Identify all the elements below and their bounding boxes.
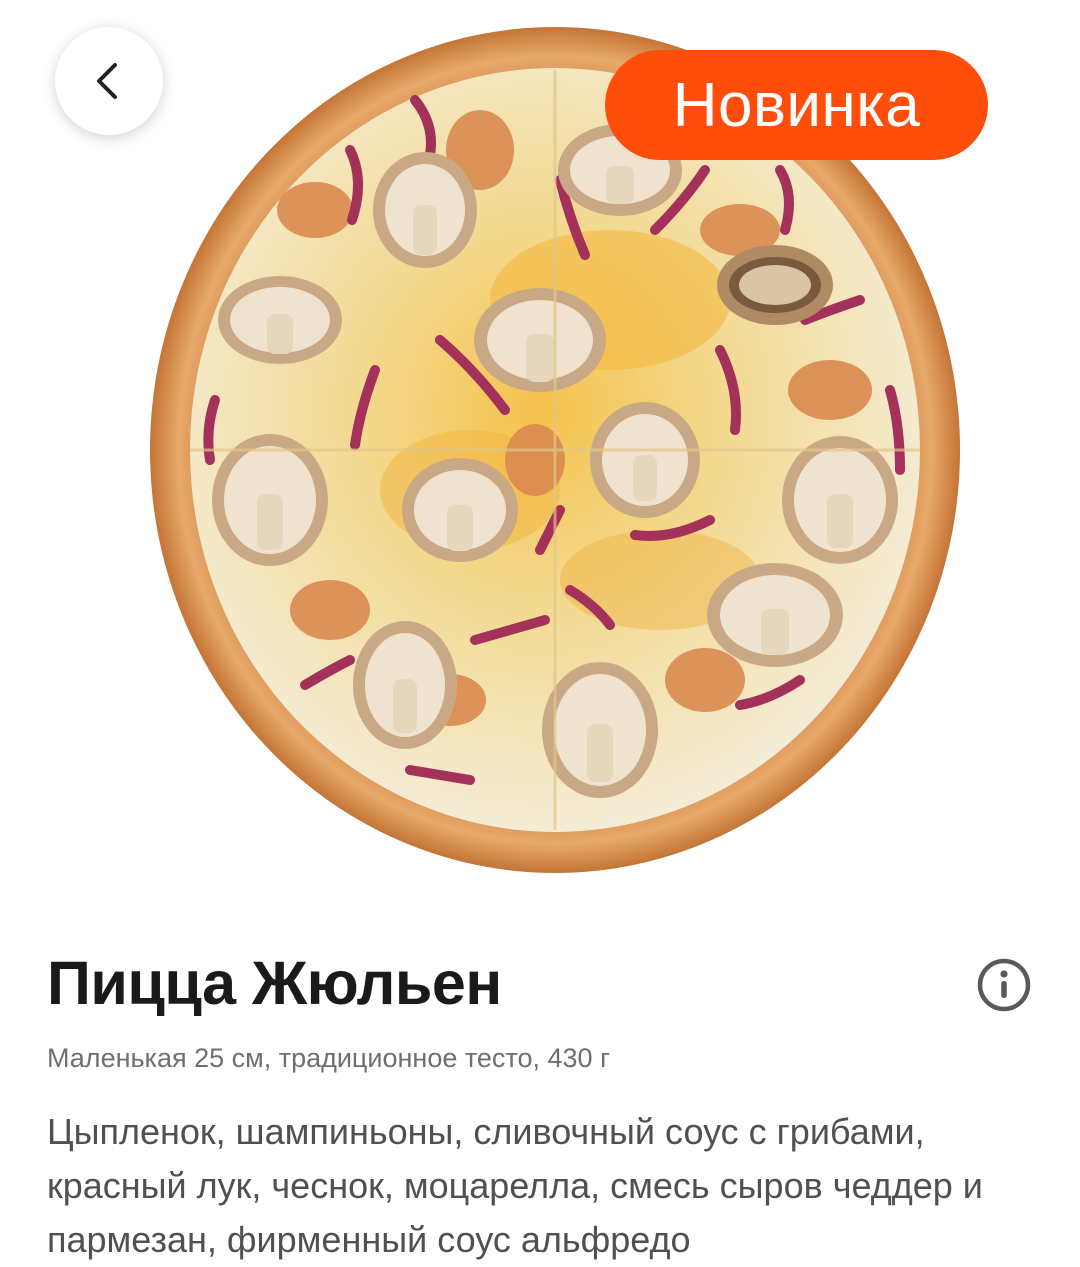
product-title: Пицца Жюльен [47, 949, 502, 1017]
chevron-left-icon [97, 63, 117, 99]
info-icon [977, 958, 1031, 1012]
info-button[interactable] [975, 956, 1033, 1014]
product-details: Маленькая 25 см, традиционное тесто, 430… [47, 1043, 610, 1073]
new-badge: Новинка [605, 50, 988, 160]
product-ingredients: Цыпленок, шампиньоны, сливочный соус с г… [47, 1111, 983, 1260]
back-button[interactable] [55, 27, 163, 135]
